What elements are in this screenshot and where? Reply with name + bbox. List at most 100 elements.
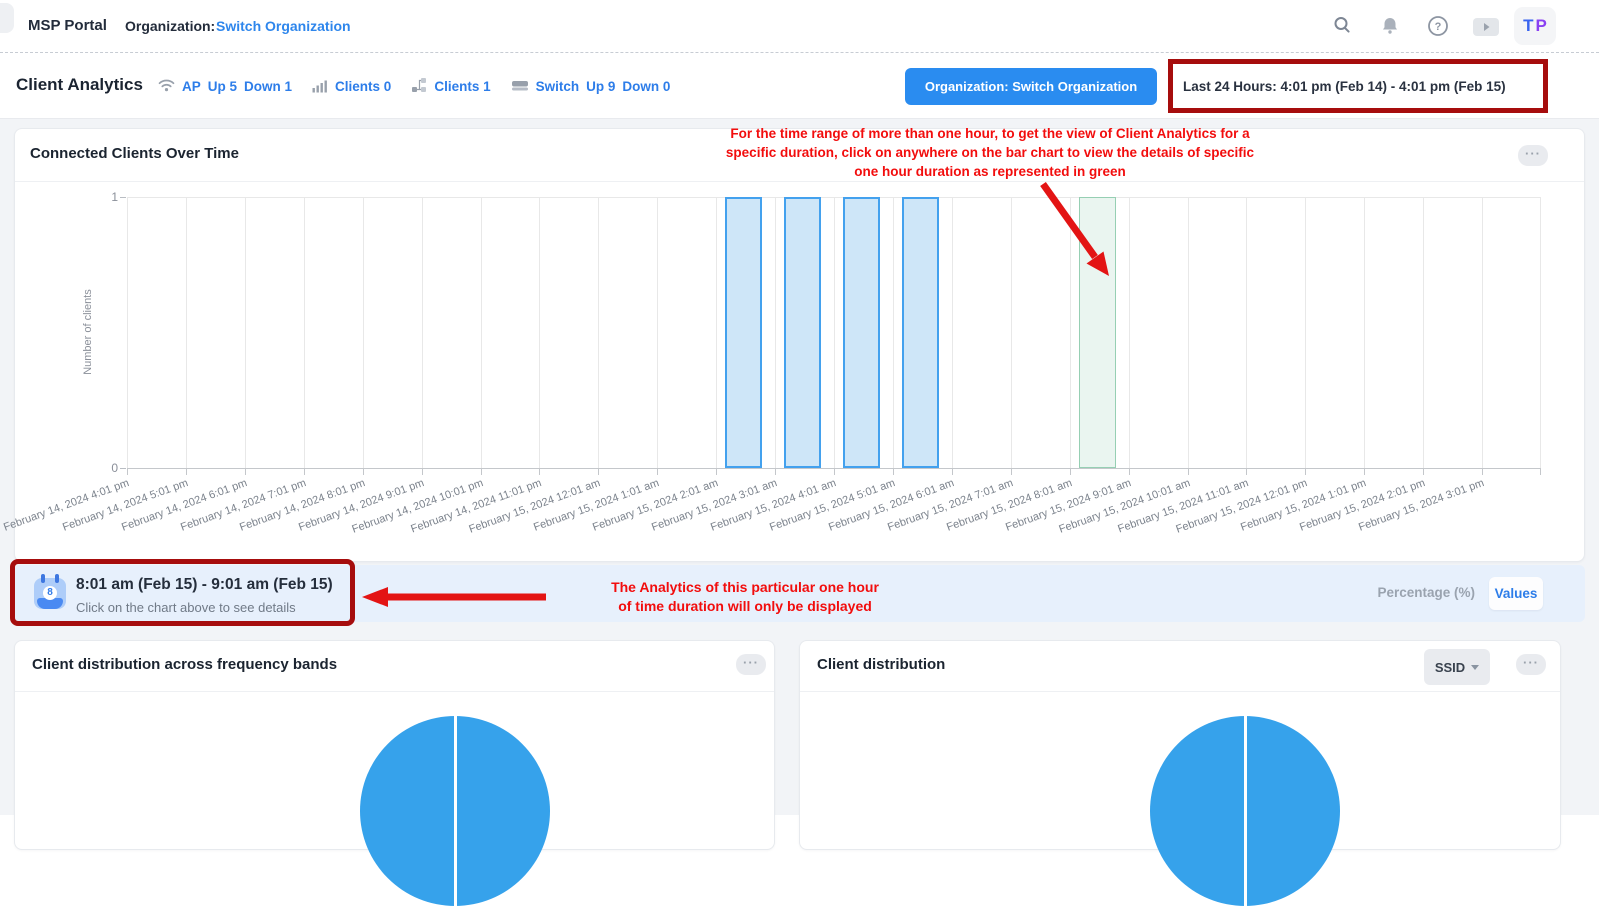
distribution-card-title: Client distribution	[817, 656, 945, 673]
brand-title: MSP Portal	[28, 17, 107, 34]
gridline	[245, 197, 246, 468]
device-status-row: AP Up 5 Down 1 Clients 0 Clients 1 Switc…	[158, 77, 670, 96]
calendar-icon[interactable]: 8	[34, 574, 66, 610]
y-tick-1: 1	[96, 190, 118, 204]
x-tick-mark	[1070, 469, 1071, 475]
client-count-bar[interactable]	[784, 197, 821, 468]
gridline	[422, 197, 423, 468]
x-tick-mark	[1423, 469, 1424, 475]
pie-slice-divider	[1244, 811, 1247, 906]
switch-up-count[interactable]: Up 9	[586, 79, 615, 94]
frequency-bands-pie-chart[interactable]	[360, 716, 550, 906]
selected-hour-highlight-bar[interactable]	[1079, 197, 1116, 468]
client-count-bar[interactable]	[725, 197, 762, 468]
ssid-dropdown[interactable]: SSID	[1424, 649, 1490, 685]
x-tick-mark	[1246, 469, 1247, 475]
client-count-bar[interactable]	[902, 197, 939, 468]
distribution-menu-ellipsis-icon[interactable]: ···	[1516, 654, 1546, 675]
search-icon[interactable]	[1332, 15, 1352, 40]
gridline	[1540, 197, 1541, 468]
x-tick-mark	[1188, 469, 1189, 475]
gridline	[481, 197, 482, 468]
switch-device-icon	[511, 78, 529, 95]
chevron-down-icon	[1471, 665, 1479, 670]
x-tick-mark	[304, 469, 305, 475]
gridline	[1070, 197, 1071, 468]
x-tick-mark	[657, 469, 658, 475]
x-tick-mark	[127, 469, 128, 475]
gridline	[598, 197, 599, 468]
gridline	[1305, 197, 1306, 468]
organization-filter-button[interactable]: Organization: Switch Organization	[905, 68, 1157, 105]
wireless-clients-count[interactable]: Clients 0	[335, 79, 391, 94]
gridline	[716, 197, 717, 468]
chart-card-title: Connected Clients Over Time	[30, 145, 239, 162]
user-avatar[interactable]: T P	[1514, 7, 1556, 45]
x-tick-mark	[481, 469, 482, 475]
gridline	[127, 197, 128, 468]
client-distribution-pie-chart[interactable]	[1150, 716, 1340, 906]
signal-bars-icon	[312, 78, 328, 96]
ap-up-count[interactable]: Up 5	[208, 79, 237, 94]
percentage-toggle[interactable]: Percentage (%)	[1330, 585, 1475, 600]
y-tick-0: 0	[96, 461, 118, 475]
sidebar-toggle[interactable]	[0, 3, 14, 33]
time-range-picker[interactable]: Last 24 Hours: 4:01 pm (Feb 14) - 4:01 p…	[1168, 59, 1548, 113]
x-tick-mark	[775, 469, 776, 475]
svg-text:?: ?	[1435, 21, 1442, 33]
y-axis-title: Number of clients	[82, 289, 94, 375]
notifications-bell-icon[interactable]	[1381, 16, 1399, 41]
pie-slice-divider	[454, 716, 457, 811]
gridline	[1011, 197, 1012, 468]
x-tick-mark	[1540, 469, 1541, 475]
analytics-header: Client Analytics AP Up 5 Down 1 Clients …	[0, 53, 1599, 119]
switch-down-count[interactable]: Down 0	[622, 79, 670, 94]
bar-chart-plot-area[interactable]	[127, 197, 1541, 468]
client-count-bar[interactable]	[843, 197, 880, 468]
pie-slice-divider	[1244, 716, 1247, 811]
gridline	[1129, 197, 1130, 468]
gridline	[834, 197, 835, 468]
top-bar: MSP Portal Organization: Switch Organiza…	[0, 0, 1599, 53]
x-tick-mark	[834, 469, 835, 475]
values-toggle[interactable]: Values	[1489, 577, 1543, 610]
x-tick-mark	[539, 469, 540, 475]
avatar-initial-p: P	[1536, 16, 1547, 36]
ssid-dropdown-label: SSID	[1435, 660, 1465, 675]
x-tick-mark	[1011, 469, 1012, 475]
x-tick-mark	[598, 469, 599, 475]
gridline	[1482, 197, 1483, 468]
ap-down-count[interactable]: Down 1	[244, 79, 292, 94]
gridline	[775, 197, 776, 468]
frequency-menu-ellipsis-icon[interactable]: ···	[736, 654, 766, 675]
x-tick-mark	[1364, 469, 1365, 475]
help-icon[interactable]: ?	[1427, 15, 1449, 42]
ap-label: AP	[182, 79, 201, 94]
org-switch-link[interactable]: Switch Organization	[216, 18, 351, 34]
gridline	[1423, 197, 1424, 468]
gridline	[1246, 197, 1247, 468]
selected-hour-range: 8:01 am (Feb 15) - 9:01 am (Feb 15)	[76, 576, 333, 594]
y-tick-mark	[120, 197, 126, 198]
y-tick-mark	[120, 468, 126, 469]
wifi-ap-icon	[158, 78, 175, 95]
x-tick-mark	[893, 469, 894, 475]
frequency-card-title: Client distribution across frequency ban…	[32, 656, 337, 673]
annotation-top-note: For the time range of more than one hour…	[640, 124, 1340, 181]
chart-menu-ellipsis-icon[interactable]: ···	[1518, 145, 1548, 166]
x-tick-mark	[422, 469, 423, 475]
x-tick-mark	[1305, 469, 1306, 475]
page-title: Client Analytics	[16, 75, 143, 95]
gridline	[1188, 197, 1189, 468]
org-label: Organization:	[125, 18, 215, 34]
x-tick-mark	[245, 469, 246, 475]
x-tick-mark	[716, 469, 717, 475]
x-tick-mark	[186, 469, 187, 475]
avatar-initial-t: T	[1523, 16, 1533, 36]
gridline	[1364, 197, 1365, 468]
video-tour-icon[interactable]	[1472, 16, 1500, 43]
x-tick-mark	[952, 469, 953, 475]
x-axis-labels: February 14, 2024 4:01 pmFebruary 14, 20…	[127, 477, 1541, 547]
annotation-bottom-note: The Analytics of this particular one hou…	[555, 578, 935, 616]
wired-clients-count[interactable]: Clients 1	[434, 79, 490, 94]
